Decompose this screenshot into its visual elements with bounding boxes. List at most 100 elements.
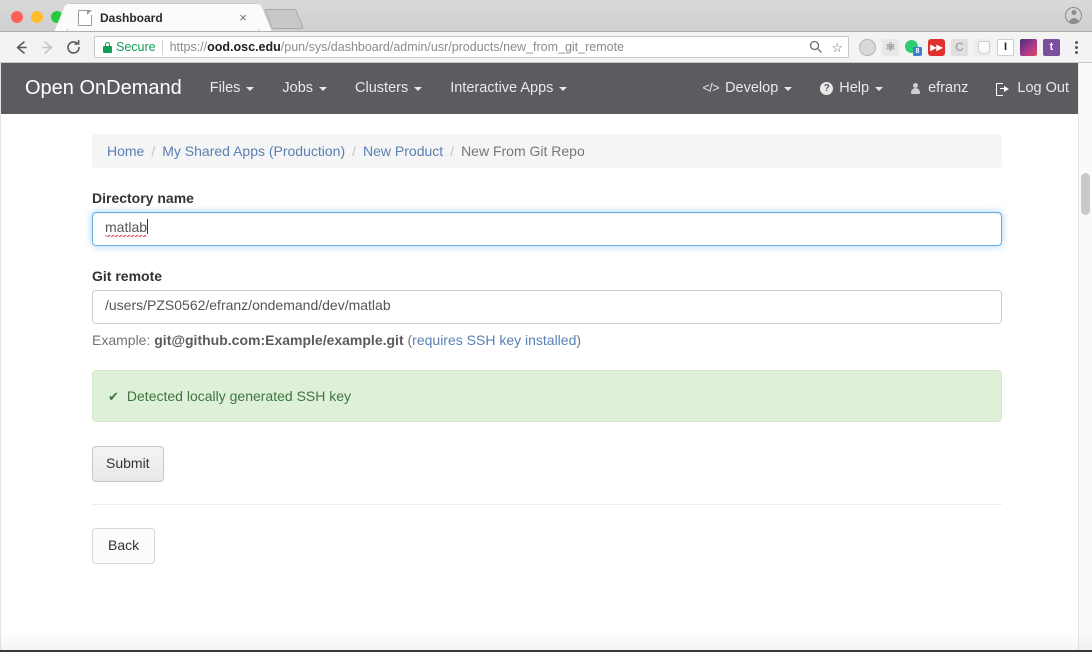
url-host: ood.osc.edu — [207, 40, 281, 54]
submit-button[interactable]: Submit — [92, 446, 164, 482]
help-paren-close: ) — [576, 332, 581, 348]
back-button[interactable]: Back — [92, 528, 155, 564]
ghostery-badge: 8 — [913, 47, 922, 56]
git-remote-group: Git remote /users/PZS0562/efranz/ondeman… — [92, 268, 1002, 348]
nav-item-label: Files — [210, 63, 241, 114]
close-window-button[interactable] — [11, 11, 23, 23]
bookmark-star-icon[interactable]: ☆ — [831, 41, 843, 54]
nav-item-develop[interactable]: </> Develop — [688, 63, 806, 114]
back-icon[interactable] — [8, 34, 34, 60]
breadcrumb-separator: / — [450, 143, 454, 159]
code-icon: </> — [702, 63, 719, 114]
forward-icon — [34, 34, 60, 60]
directory-name-value: matlab — [105, 219, 147, 237]
divider — [162, 40, 163, 55]
tab-strip-right — [1065, 7, 1092, 31]
ssh-key-alert: ✔ Detected locally generated SSH key — [92, 370, 1002, 422]
nav-item-label: Develop — [725, 63, 778, 114]
breadcrumb-item-my-shared-apps[interactable]: My Shared Apps (Production) — [162, 143, 345, 159]
browser-window: Dashboard × Secure https://ood.osc.edu/p… — [0, 0, 1092, 652]
git-remote-label: Git remote — [92, 268, 1002, 284]
minimize-window-button[interactable] — [31, 11, 43, 23]
chevron-down-icon — [246, 87, 254, 91]
back-row: Back — [92, 528, 1002, 604]
nav-item-label: Help — [839, 63, 869, 114]
directory-name-label: Directory name — [92, 190, 1002, 206]
content-container: Home / My Shared Apps (Production) / New… — [77, 134, 1017, 604]
directory-name-group: Directory name matlab — [92, 190, 1002, 246]
nav-item-label: Clusters — [355, 63, 408, 114]
vertical-scrollbar[interactable] — [1078, 63, 1092, 652]
url-scheme: https:// — [170, 40, 208, 54]
chevron-down-icon — [559, 87, 567, 91]
chevron-down-icon — [784, 87, 792, 91]
navbar-left-items: Files Jobs Clusters Interactive Apps — [196, 63, 582, 114]
tumblr-extension-icon[interactable]: t — [1043, 39, 1060, 56]
app-navbar: Open OnDemand Files Jobs Clusters — [1, 63, 1092, 114]
nav-item-jobs[interactable]: Jobs — [268, 63, 341, 114]
globe-extension-icon[interactable] — [859, 39, 876, 56]
nav-item-logout[interactable]: Log Out — [982, 63, 1083, 114]
info-extension-icon[interactable]: I — [997, 39, 1014, 56]
copy-extension-icon[interactable]: C — [951, 39, 968, 56]
divider — [92, 504, 1002, 505]
secure-label: Secure — [116, 40, 156, 54]
browser-tab-dashboard[interactable]: Dashboard × — [68, 4, 258, 31]
help-example: git@github.com:Example/example.git — [154, 332, 403, 348]
question-circle-icon: ? — [820, 82, 833, 95]
breadcrumb-separator: / — [151, 143, 155, 159]
kebab-menu-icon[interactable] — [1068, 41, 1084, 54]
breadcrumb-item-home[interactable]: Home — [107, 143, 144, 159]
nav-item-clusters[interactable]: Clusters — [341, 63, 436, 114]
submit-row: Submit — [92, 446, 1002, 482]
lock-icon — [103, 42, 112, 53]
brand-link[interactable]: Open OnDemand — [11, 77, 196, 100]
check-icon: ✔ — [108, 390, 119, 403]
chevron-down-icon — [414, 87, 422, 91]
chevron-down-icon — [875, 87, 883, 91]
address-bar[interactable]: Secure https://ood.osc.edu/pun/sys/dashb… — [94, 36, 849, 58]
close-icon[interactable]: × — [236, 11, 250, 25]
shield-extension-icon[interactable] — [974, 39, 991, 56]
text-caret — [147, 219, 148, 234]
url-path: /pun/sys/dashboard/admin/usr/products/ne… — [281, 40, 624, 54]
ghostery-extension-icon[interactable]: 8 — [905, 39, 922, 56]
paint-extension-icon[interactable] — [1020, 39, 1037, 56]
reload-icon[interactable] — [60, 34, 86, 60]
zoom-icon[interactable] — [809, 40, 822, 55]
logout-icon — [996, 83, 1009, 94]
tab-strip: Dashboard × — [0, 0, 1092, 32]
breadcrumb-separator: / — [352, 143, 356, 159]
nav-item-interactive-apps[interactable]: Interactive Apps — [436, 63, 581, 114]
directory-name-input[interactable]: matlab — [92, 212, 1002, 246]
browser-toolbar: Secure https://ood.osc.edu/pun/sys/dashb… — [0, 32, 1092, 63]
atom-extension-icon[interactable]: ⚛ — [882, 39, 899, 56]
git-remote-help: Example: git@github.com:Example/example.… — [92, 332, 1002, 348]
new-tab-button[interactable] — [264, 9, 304, 29]
nav-item-label: Jobs — [282, 63, 313, 114]
ssh-key-alert-text: Detected locally generated SSH key — [127, 388, 351, 404]
nav-item-help[interactable]: ? Help — [806, 63, 897, 114]
omnibox-actions: ☆ — [809, 40, 843, 55]
breadcrumb-item-new-product[interactable]: New Product — [363, 143, 443, 159]
url-text: https://ood.osc.edu/pun/sys/dashboard/ad… — [170, 40, 804, 54]
chevron-down-icon — [319, 87, 327, 91]
nav-item-label: efranz — [928, 63, 968, 114]
document-icon — [78, 10, 92, 26]
tab-title: Dashboard — [100, 11, 236, 25]
navbar-right-items: </> Develop ? Help efranz — [688, 63, 1092, 114]
nav-item-user[interactable]: efranz — [897, 63, 982, 114]
youtube-extension-icon[interactable]: ▶▶ — [928, 39, 945, 56]
git-remote-input[interactable]: /users/PZS0562/efranz/ondemand/dev/matla… — [92, 290, 1002, 324]
breadcrumb-item-current: New From Git Repo — [461, 143, 585, 159]
extension-tray: ⚛ 8 ▶▶ C I t — [859, 39, 1084, 56]
breadcrumb: Home / My Shared Apps (Production) / New… — [92, 134, 1002, 168]
profile-icon[interactable] — [1065, 7, 1082, 24]
nav-item-files[interactable]: Files — [196, 63, 269, 114]
ssh-key-help-link[interactable]: requires SSH key installed — [412, 332, 576, 348]
scrollbar-thumb[interactable] — [1081, 173, 1090, 215]
help-paren-open: ( — [404, 332, 413, 348]
web-page: Open OnDemand Files Jobs Clusters — [1, 63, 1092, 652]
nav-item-label: Log Out — [1017, 63, 1069, 114]
nav-item-label: Interactive Apps — [450, 63, 553, 114]
